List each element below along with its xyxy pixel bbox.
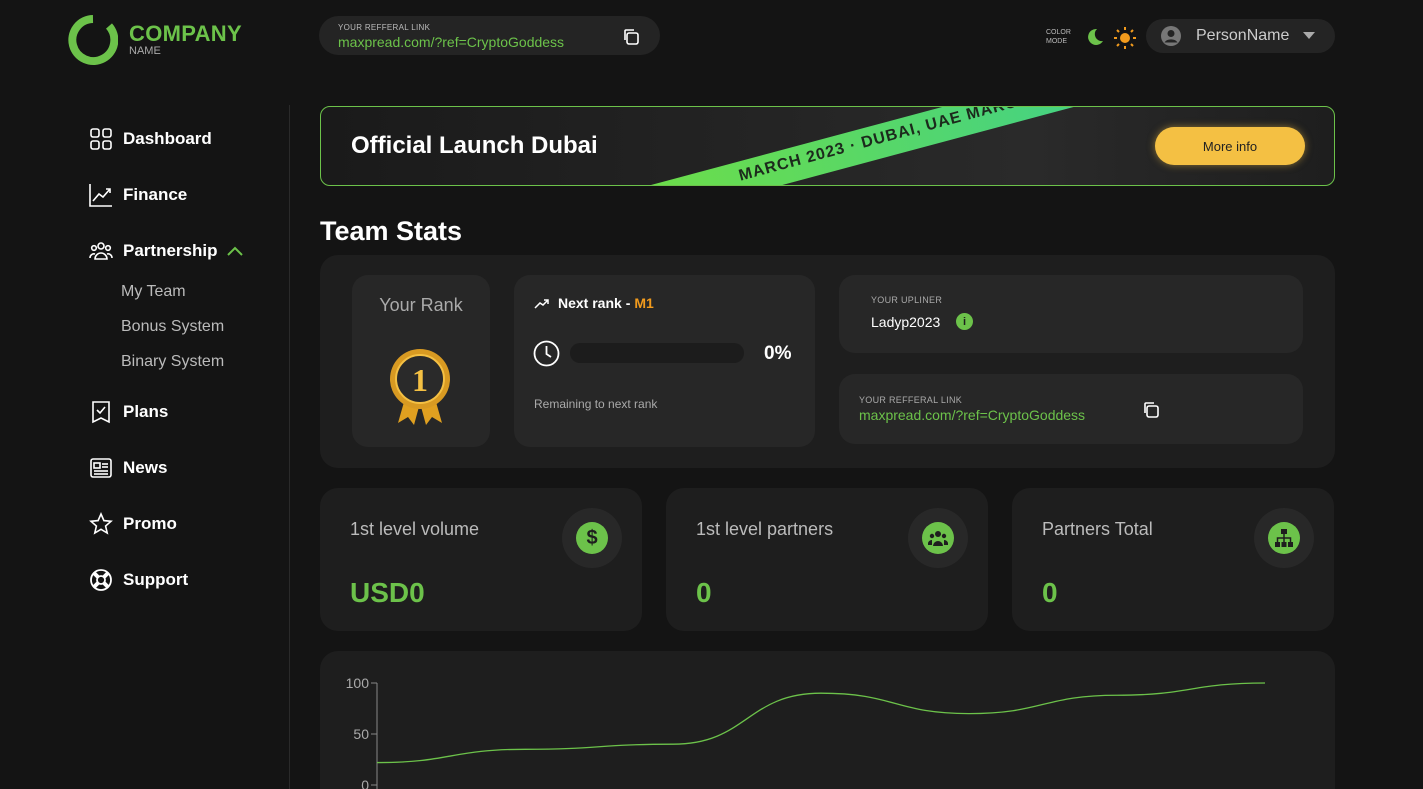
stat-value: 0 — [696, 577, 712, 608]
y-tick-label: 100 — [346, 675, 370, 691]
clock-icon — [533, 340, 560, 367]
sidebar-item-label: Support — [123, 570, 189, 589]
sidebar-subitem-binary-system[interactable]: Binary System — [121, 353, 224, 371]
sidebar-item-label: Dashboard — [123, 129, 212, 148]
series-line — [376, 682, 1266, 764]
brand-name: COMPANY — [129, 21, 242, 46]
stat-value: 0 — [1042, 577, 1058, 608]
rank-medal-icon: 1 — [390, 349, 450, 425]
chart-icon — [89, 184, 112, 207]
next-rank-card: Next rank - M1 0% Remaining to next rank — [514, 275, 815, 447]
users-icon — [89, 242, 113, 260]
next-rank-label: Next rank - — [558, 295, 631, 311]
chevron-up-icon[interactable] — [227, 246, 244, 256]
sidebar-item-plans[interactable]: Plans — [89, 400, 168, 424]
team-stats-panel: Your Rank 1 Next rank - M1 0% Remaining … — [320, 255, 1335, 468]
info-icon[interactable]: i — [956, 313, 973, 330]
sidebar: Dashboard Finance Partnership My Team Bo… — [0, 105, 290, 789]
rank-progress-bar — [570, 343, 744, 363]
star-icon — [89, 512, 113, 535]
y-tick-label: 50 — [353, 726, 369, 742]
clipboard-icon — [92, 401, 110, 424]
next-rank-heading: Next rank - M1 — [534, 295, 654, 311]
sidebar-item-support[interactable]: Support — [89, 568, 188, 592]
stat-card-partners: 1st level partners 0 — [666, 488, 988, 631]
launch-banner: MARCH 2023 · DUBAI, UAE MARCH 2023 Offic… — [320, 106, 1335, 186]
rank-progress-percent: 0% — [764, 343, 792, 364]
referral-caption: YOUR REFFERAL LINK — [338, 23, 431, 32]
sidebar-item-news[interactable]: News — [89, 456, 167, 480]
stat-label: Partners Total — [1042, 519, 1153, 539]
upliner-card: YOUR UPLINER Ladyp2023 i — [839, 275, 1303, 353]
grid-icon — [90, 128, 112, 150]
sidebar-item-finance[interactable]: Finance — [89, 183, 187, 207]
sidebar-subitem-bonus-system[interactable]: Bonus System — [121, 318, 224, 336]
color-mode-label: COLOR MODE — [1046, 29, 1071, 45]
referral-caption: YOUR REFFERAL LINK — [859, 395, 963, 405]
user-name: PersonName — [1196, 27, 1290, 44]
stat-label: 1st level partners — [696, 519, 834, 539]
stat-card-partners-total: Partners Total 0 — [1012, 488, 1334, 631]
chart-panel: 100 50 0 — [320, 651, 1335, 789]
copy-icon[interactable] — [621, 27, 641, 47]
upliner-caption: YOUR UPLINER — [871, 295, 943, 305]
sidebar-item-dashboard[interactable]: Dashboard — [89, 127, 212, 151]
svg-text:1: 1 — [412, 362, 428, 398]
avatar-icon — [1161, 26, 1181, 46]
rank-card: Your Rank 1 — [352, 275, 490, 447]
chevron-down-icon[interactable] — [1303, 32, 1316, 40]
referral-link[interactable]: maxpread.com/?ref=CryptoGoddess — [338, 34, 660, 50]
upliner-name: Ladyp2023 — [871, 314, 941, 330]
referral-link[interactable]: maxpread.com/?ref=CryptoGoddess — [859, 407, 1085, 423]
logo-ring-icon — [68, 15, 118, 65]
moon-icon[interactable] — [1085, 27, 1105, 47]
sidebar-item-promo[interactable]: Promo — [89, 512, 177, 536]
stat-value: USD0 — [350, 577, 425, 608]
y-tick-label: 0 — [361, 777, 369, 789]
rank-label: Your Rank — [379, 295, 463, 315]
company-logo[interactable]: COMPANY NAME — [68, 15, 242, 65]
team-stats-title: Team Stats — [320, 216, 463, 246]
stat-label: 1st level volume — [350, 519, 480, 539]
header-referral-box: YOUR REFFERAL LINK maxpread.com/?ref=Cry… — [319, 16, 660, 55]
newspaper-icon — [90, 458, 112, 478]
sidebar-item-label: Plans — [123, 402, 169, 421]
team-chart: 100 50 0 — [346, 675, 1266, 789]
brand-subtitle: NAME — [129, 45, 161, 57]
banner-title: Official Launch Dubai — [351, 132, 598, 159]
sidebar-item-partnership[interactable]: Partnership — [89, 239, 244, 263]
sidebar-subitem-my-team[interactable]: My Team — [121, 283, 186, 301]
referral-card: YOUR REFFERAL LINK maxpread.com/?ref=Cry… — [839, 374, 1303, 444]
remaining-label: Remaining to next rank — [534, 397, 658, 411]
copy-icon[interactable] — [1141, 400, 1161, 420]
people-icon — [908, 508, 968, 568]
banner-ribbon: MARCH 2023 · DUBAI, UAE MARCH 2023 — [651, 107, 1163, 185]
user-menu[interactable]: PersonName — [1146, 19, 1335, 53]
sidebar-item-label: Finance — [123, 185, 188, 204]
stat-card-volume: 1st level volume USD0 $ — [320, 488, 642, 631]
network-icon — [1254, 508, 1314, 568]
sidebar-item-label: Promo — [123, 514, 177, 533]
sun-icon[interactable] — [1114, 27, 1136, 49]
lifebuoy-icon — [90, 569, 112, 591]
more-info-button[interactable]: More info — [1155, 127, 1305, 165]
sidebar-item-label: Partnership — [123, 241, 218, 260]
trend-up-icon — [534, 299, 549, 309]
dollar-icon: $ — [562, 508, 622, 568]
next-rank-value: M1 — [634, 295, 654, 311]
sidebar-item-label: News — [123, 458, 168, 477]
